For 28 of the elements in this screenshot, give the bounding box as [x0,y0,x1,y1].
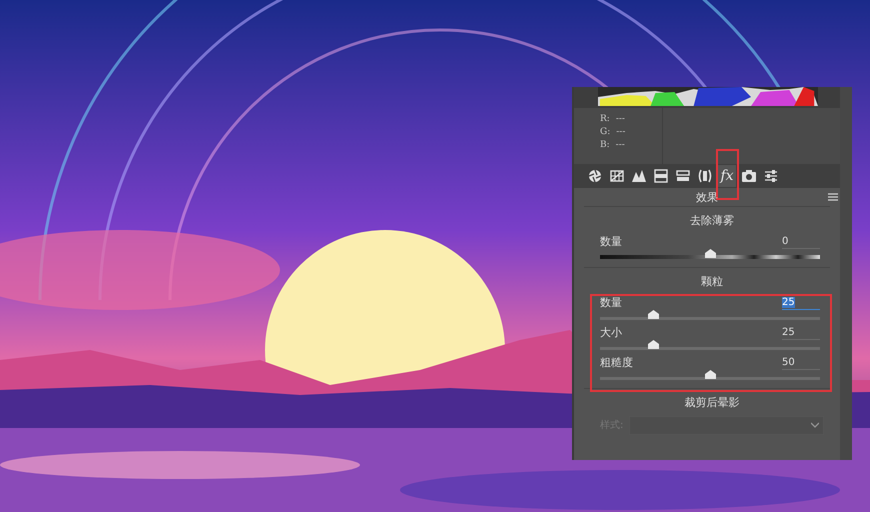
channel-label: R: [600,114,610,124]
section-title: 去除薄雾 [689,213,735,229]
camera-icon [742,169,756,183]
section-title: 裁剪后晕影 [684,395,740,411]
menu-icon [828,193,838,201]
slider-thumb[interactable] [648,340,659,349]
channel-value: --- [616,140,625,150]
curve-grid-icon [610,169,624,183]
slider-label: 粗糙度 [600,355,633,370]
slider-thumb[interactable] [705,249,716,258]
section-title: 颗粒 [700,274,724,290]
slider-thumb[interactable] [705,370,716,379]
panel-tab[interactable]: fx [718,165,736,187]
mountain-icon [632,169,646,183]
channel-label: B: [600,140,610,150]
slider-label: 数量 [600,295,622,310]
slider-thumb[interactable] [648,310,659,319]
channel-label: G: [600,127,610,137]
channel-value: --- [616,127,626,137]
lens-icon [698,169,712,183]
aperture-icon [588,169,602,183]
bands-icon [654,169,668,183]
split-tone-icon [676,169,690,183]
sliders-icon [764,169,778,183]
slider-label: 大小 [600,325,622,340]
channel-value: --- [616,114,625,124]
chevron-icon [811,422,819,428]
slider-label: 数量 [600,234,622,249]
